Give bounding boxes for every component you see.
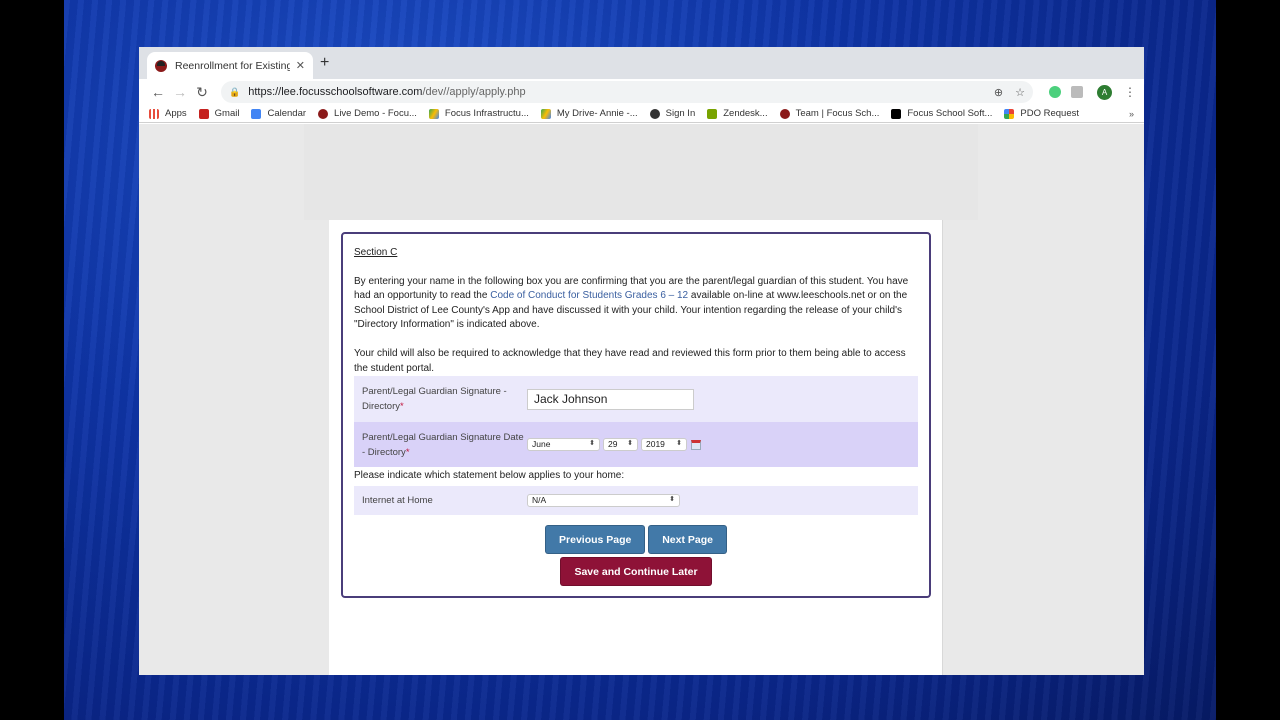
select-arrows-icon: ⬍ [589, 440, 595, 448]
url-path: /dev//apply/apply.php [422, 86, 526, 98]
gmail-icon [198, 108, 209, 119]
new-tab-button[interactable]: + [320, 54, 329, 72]
close-tab-icon[interactable]: ✕ [296, 59, 305, 72]
bookmark-focus-school-software[interactable]: Focus School Soft... [891, 108, 992, 119]
bookmark-star-icon[interactable]: ☆ [1015, 86, 1025, 99]
google-icon [1004, 108, 1015, 119]
focus-favicon-icon [155, 59, 167, 72]
browser-window: Reenrollment for Existing Stude ✕ + ← → … [139, 47, 1144, 675]
signature-row: Parent/Legal Guardian Signature - Direct… [354, 376, 918, 423]
code-of-conduct-link[interactable]: Code of Conduct for Students Grades 6 – … [490, 290, 688, 301]
bookmark-apps[interactable]: Apps [149, 108, 187, 119]
bookmark-calendar[interactable]: Calendar [251, 108, 306, 119]
forward-arrow-icon[interactable]: → [169, 84, 191, 100]
globe-icon [649, 108, 660, 119]
bookmark-my-drive[interactable]: My Drive- Annie -... [540, 108, 638, 119]
confirmation-paragraph: By entering your name in the following b… [354, 275, 909, 331]
bookmark-sign-in[interactable]: Sign In [649, 108, 695, 119]
button-group: Previous Page Next Page Save and Continu… [354, 524, 918, 586]
section-c-card: Section C By entering your name in the f… [341, 232, 931, 598]
tab-strip: Reenrollment for Existing Stude ✕ + [139, 47, 1144, 79]
select-arrows-icon: ⬍ [676, 440, 682, 448]
signature-date-row: Parent/Legal Guardian Signature Date - D… [354, 422, 918, 468]
acknowledge-paragraph: Your child will also be required to ackn… [354, 347, 906, 374]
page-content: Section C By entering your name in the f… [329, 220, 943, 675]
signature-label: Parent/Legal Guardian Signature - Direct… [362, 386, 507, 413]
header-banner [304, 124, 978, 220]
select-arrows-icon: ⬍ [669, 495, 675, 503]
day-select[interactable]: 29 ⬍ [603, 438, 638, 452]
bookmark-pdo-request[interactable]: PDO Request [1004, 108, 1079, 119]
focus-icon [779, 108, 790, 119]
bookmark-zendesk[interactable]: Zendesk... [707, 108, 768, 119]
internet-label: Internet at Home [362, 494, 433, 506]
apps-grid-icon [149, 108, 159, 119]
internet-row: Internet at Home N/A ⬍ [354, 485, 918, 515]
year-select[interactable]: 2019 ⬍ [641, 438, 687, 452]
section-title: Section C [354, 247, 398, 258]
save-continue-later-button[interactable]: Save and Continue Later [560, 556, 712, 586]
bookmark-team-focus[interactable]: Team | Focus Sch... [779, 108, 879, 119]
required-mark: * [405, 446, 410, 458]
bookmarks-bar: Apps Gmail Calendar Live Demo - Focu... … [139, 105, 1144, 123]
calendar-icon [251, 108, 262, 119]
browser-toolbar: ← → ↻ 🔒 https://lee.focusschoolsoftware.… [139, 79, 1144, 105]
bookmark-focus-infrastructure[interactable]: Focus Infrastructu... [428, 108, 529, 119]
browser-menu-icon[interactable]: ⋮ [1124, 85, 1136, 99]
page-viewport: Section C By entering your name in the f… [139, 124, 1144, 675]
more-bookmarks-icon[interactable]: » [1129, 109, 1134, 119]
bookmark-gmail[interactable]: Gmail [198, 108, 239, 119]
zoom-icon[interactable]: ⊕ [994, 86, 1003, 99]
google-drive-icon [428, 108, 439, 119]
calendar-picker-icon[interactable] [691, 439, 701, 450]
previous-page-button[interactable]: Previous Page [545, 524, 646, 554]
active-tab[interactable]: Reenrollment for Existing Stude ✕ [147, 52, 313, 79]
bookmark-live-demo[interactable]: Live Demo - Focu... [318, 108, 417, 119]
zendesk-icon [707, 108, 718, 119]
select-arrows-icon: ⬍ [627, 440, 633, 448]
next-page-button[interactable]: Next Page [648, 524, 727, 554]
extension-icon[interactable] [1071, 86, 1083, 98]
url-host: https://lee.focusschoolsoftware.com [248, 86, 423, 98]
grammarly-extension-icon[interactable] [1049, 86, 1061, 98]
focus-icon [318, 108, 329, 119]
month-select[interactable]: June ⬍ [527, 438, 600, 452]
profile-avatar[interactable]: A [1097, 84, 1112, 100]
google-drive-icon [540, 108, 551, 119]
internet-select[interactable]: N/A ⬍ [527, 493, 680, 507]
back-arrow-icon[interactable]: ← [147, 84, 169, 100]
required-mark: * [400, 401, 404, 413]
plus-box-icon [891, 108, 902, 119]
internet-question: Please indicate which statement below ap… [354, 470, 625, 482]
reload-icon[interactable]: ↻ [191, 84, 213, 101]
address-bar[interactable]: 🔒 https://lee.focusschoolsoftware.com/de… [221, 81, 1033, 103]
lock-icon: 🔒 [229, 86, 241, 97]
signature-input[interactable]: Jack Johnson [527, 388, 694, 410]
tab-title: Reenrollment for Existing Stude [175, 59, 290, 72]
signature-date-label: Parent/Legal Guardian Signature Date - D… [362, 431, 524, 458]
